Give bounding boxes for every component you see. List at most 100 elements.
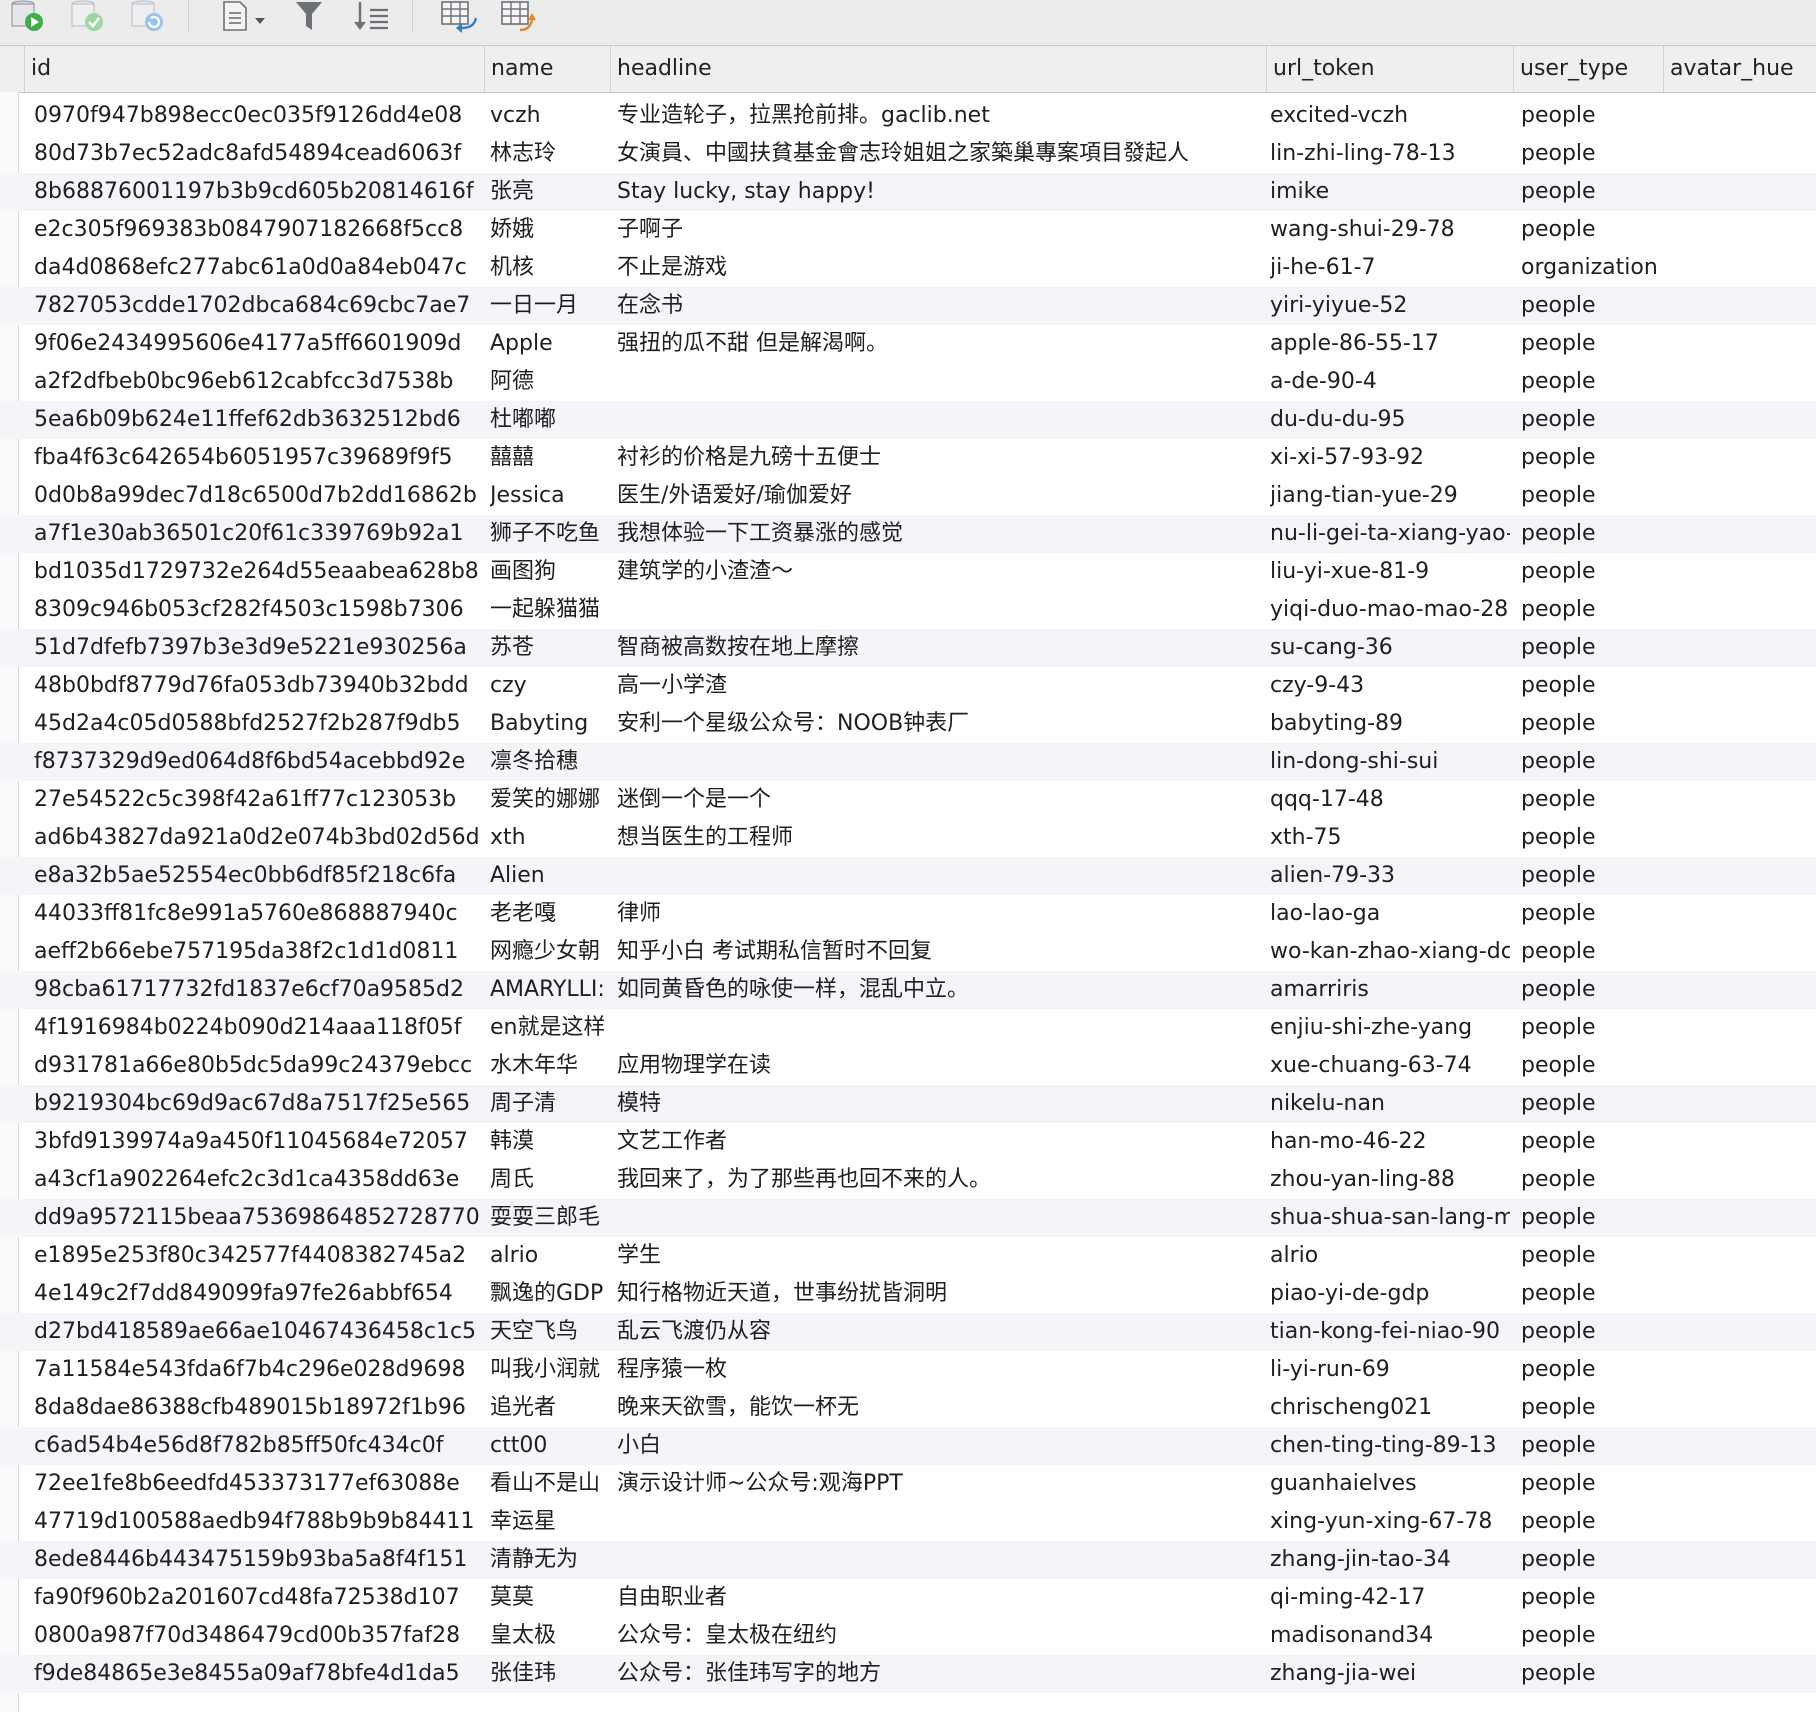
cell-headline[interactable]: 演示设计师~公众号:观海PPT xyxy=(617,1465,1265,1503)
filter-icon[interactable] xyxy=(292,0,328,34)
cell-url-token[interactable]: guanhaielves xyxy=(1270,1465,1510,1503)
cell-url-token[interactable]: tian-kong-fei-niao-90 xyxy=(1270,1313,1510,1351)
cell-url-token[interactable]: jiang-tian-yue-29 xyxy=(1270,477,1510,515)
import-table-icon[interactable] xyxy=(440,0,480,34)
cell-url-token[interactable]: nikelu-nan xyxy=(1270,1085,1510,1123)
cell-url-token[interactable]: alrio xyxy=(1270,1237,1510,1275)
cell-name[interactable]: vczh xyxy=(490,97,604,135)
cell-user-type[interactable]: people xyxy=(1521,1351,1701,1389)
cell-id[interactable]: 7a11584e543fda6f7b4c296e028d9698 xyxy=(34,1351,484,1389)
table-row[interactable]: ad6b43827da921a0d2e074b3bd02d56d xth 想当医生的… xyxy=(0,819,1816,857)
cell-user-type[interactable]: people xyxy=(1521,1237,1701,1275)
cell-headline[interactable] xyxy=(617,1541,1265,1579)
cell-user-type[interactable]: people xyxy=(1521,705,1701,743)
cell-url-token[interactable]: du-du-du-95 xyxy=(1270,401,1510,439)
cell-id[interactable]: c6ad54b4e56d8f782b85ff50fc434c0f xyxy=(34,1427,484,1465)
table-row[interactable]: f8737329d9ed064d8f6bd54acebbd92e 凛冬拾穗 lin-… xyxy=(0,743,1816,781)
cell-name[interactable]: 囍囍 xyxy=(490,439,604,477)
cell-name[interactable]: czy xyxy=(490,667,604,705)
cell-user-type[interactable]: people xyxy=(1521,1541,1701,1579)
cell-headline[interactable]: 强扭的瓜不甜 但是解渴啊。 xyxy=(617,325,1265,363)
cell-headline[interactable]: 晚来天欲雪，能饮一杯无 xyxy=(617,1389,1265,1427)
cell-name[interactable]: 张佳玮 xyxy=(490,1655,604,1693)
table-row[interactable]: 45d2a4c05d0588bfd2527f2b287f9db5 Babyting… xyxy=(0,705,1816,743)
cell-headline[interactable]: 律师 xyxy=(617,895,1265,933)
table-row[interactable]: e1895e253f80c342577f4408382745a2 alrio 学生 a… xyxy=(0,1237,1816,1275)
column-header-url-token[interactable]: url_token xyxy=(1266,46,1513,92)
cell-url-token[interactable]: madisonand34 xyxy=(1270,1617,1510,1655)
cell-url-token[interactable]: alien-79-33 xyxy=(1270,857,1510,895)
cell-user-type[interactable]: people xyxy=(1521,1123,1701,1161)
export-table-icon[interactable] xyxy=(500,0,540,34)
cell-user-type[interactable]: people xyxy=(1521,971,1701,1009)
table-row[interactable]: 44033ff81fc8e991a5760e868887940c 老老嘎 律师 lao… xyxy=(0,895,1816,933)
cell-id[interactable]: f8737329d9ed064d8f6bd54acebbd92e xyxy=(34,743,484,781)
cell-name[interactable]: 娇娥 xyxy=(490,211,604,249)
cell-url-token[interactable]: zhang-jin-tao-34 xyxy=(1270,1541,1510,1579)
cell-user-type[interactable]: people xyxy=(1521,1085,1701,1123)
cell-name[interactable]: 林志玲 xyxy=(490,135,604,173)
cell-user-type[interactable]: people xyxy=(1521,1389,1701,1427)
cell-id[interactable]: 4f1916984b0224b090d214aaa118f05f xyxy=(34,1009,484,1047)
cell-headline[interactable]: 想当医生的工程师 xyxy=(617,819,1265,857)
cell-name[interactable]: 苏苍 xyxy=(490,629,604,667)
cell-id[interactable]: a43cf1a902264efc2c3d1ca4358dd63e xyxy=(34,1161,484,1199)
cell-url-token[interactable]: su-cang-36 xyxy=(1270,629,1510,667)
cell-name[interactable]: 凛冬拾穗 xyxy=(490,743,604,781)
table-row[interactable]: 80d73b7ec52adc8afd54894cead6063f 林志玲 女演員、中… xyxy=(0,135,1816,173)
cell-headline[interactable]: 智商被高数按在地上摩擦 xyxy=(617,629,1265,667)
cell-id[interactable]: 44033ff81fc8e991a5760e868887940c xyxy=(34,895,484,933)
cell-id[interactable]: 48b0bdf8779d76fa053db73940b32bdd xyxy=(34,667,484,705)
cell-name[interactable]: 一日一月 xyxy=(490,287,604,325)
table-row[interactable]: a43cf1a902264efc2c3d1ca4358dd63e 周氏 我回来了，为… xyxy=(0,1161,1816,1199)
cell-user-type[interactable]: people xyxy=(1521,477,1701,515)
cell-user-type[interactable]: people xyxy=(1521,1655,1701,1693)
cell-url-token[interactable]: wang-shui-29-78 xyxy=(1270,211,1510,249)
cell-user-type[interactable]: people xyxy=(1521,1617,1701,1655)
cell-url-token[interactable]: xing-yun-xing-67-78 xyxy=(1270,1503,1510,1541)
cell-user-type[interactable]: people xyxy=(1521,1161,1701,1199)
table-row[interactable]: 7a11584e543fda6f7b4c296e028d9698 叫我小润就 程序猿… xyxy=(0,1351,1816,1389)
cell-user-type[interactable]: people xyxy=(1521,591,1701,629)
cell-url-token[interactable]: lao-lao-ga xyxy=(1270,895,1510,933)
cell-headline[interactable] xyxy=(617,591,1265,629)
cell-user-type[interactable]: people xyxy=(1521,857,1701,895)
cell-name[interactable]: 莫莫 xyxy=(490,1579,604,1617)
cell-url-token[interactable]: qqq-17-48 xyxy=(1270,781,1510,819)
cell-headline[interactable]: 不止是游戏 xyxy=(617,249,1265,287)
column-header-id[interactable]: id xyxy=(24,46,484,92)
column-header-avatar-hue[interactable]: avatar_hue xyxy=(1663,46,1816,92)
cell-name[interactable]: 爱笑的娜娜 xyxy=(490,781,604,819)
table-row[interactable]: 8ede8446b443475159b93ba5a8f4f151 清静无为 zhan… xyxy=(0,1541,1816,1579)
cell-name[interactable]: 周氏 xyxy=(490,1161,604,1199)
cell-url-token[interactable]: shua-shua-san-lang-m xyxy=(1270,1199,1510,1237)
cell-id[interactable]: 3bfd9139974a9a450f11045684e72057 xyxy=(34,1123,484,1161)
table-row[interactable]: fba4f63c642654b6051957c39689f9f5 囍囍 衬衫的价格是… xyxy=(0,439,1816,477)
cell-id[interactable]: d27bd418589ae66ae10467436458c1c5 xyxy=(34,1313,484,1351)
cell-url-token[interactable]: qi-ming-42-17 xyxy=(1270,1579,1510,1617)
db-commit-icon[interactable] xyxy=(66,0,106,34)
cell-headline[interactable]: 知乎小白 考试期私信暂时不回复 xyxy=(617,933,1265,971)
cell-name[interactable]: 清静无为 xyxy=(490,1541,604,1579)
cell-headline[interactable]: 如同黄昏色的咏使一样，混乱中立。 xyxy=(617,971,1265,1009)
cell-id[interactable]: 0800a987f70d3486479cd00b357faf28 xyxy=(34,1617,484,1655)
cell-id[interactable]: e1895e253f80c342577f4408382745a2 xyxy=(34,1237,484,1275)
cell-id[interactable]: 27e54522c5c398f42a61ff77c123053b xyxy=(34,781,484,819)
cell-url-token[interactable]: zhou-yan-ling-88 xyxy=(1270,1161,1510,1199)
table-row[interactable]: fa90f960b2a201607cd48fa72538d107 莫莫 自由职业者 q… xyxy=(0,1579,1816,1617)
cell-id[interactable]: 8ede8446b443475159b93ba5a8f4f151 xyxy=(34,1541,484,1579)
cell-headline[interactable]: 学生 xyxy=(617,1237,1265,1275)
table-row[interactable]: e8a32b5ae52554ec0bb6df85f218c6fa Alien ali… xyxy=(0,857,1816,895)
cell-id[interactable]: 0970f947b898ecc0ec035f9126dd4e08 xyxy=(34,97,484,135)
cell-user-type[interactable]: people xyxy=(1521,1465,1701,1503)
cell-id[interactable]: 9f06e2434995606e4177a5ff6601909d xyxy=(34,325,484,363)
table-row[interactable]: 3bfd9139974a9a450f11045684e72057 韩漠 文艺工作者 h… xyxy=(0,1123,1816,1161)
cell-name[interactable]: 飘逸的GDP xyxy=(490,1275,604,1313)
cell-headline[interactable]: 程序猿一枚 xyxy=(617,1351,1265,1389)
cell-headline[interactable]: 自由职业者 xyxy=(617,1579,1265,1617)
cell-headline[interactable]: 知行格物近天道，世事纷扰皆洞明 xyxy=(617,1275,1265,1313)
table-row[interactable]: 7827053cdde1702dbca684c69cbc7ae7 一日一月 在念书 y… xyxy=(0,287,1816,325)
cell-name[interactable]: Apple xyxy=(490,325,604,363)
cell-url-token[interactable]: piao-yi-de-gdp xyxy=(1270,1275,1510,1313)
table-row[interactable]: b9219304bc69d9ac67d8a7517f25e565 周子清 模特 nik… xyxy=(0,1085,1816,1123)
